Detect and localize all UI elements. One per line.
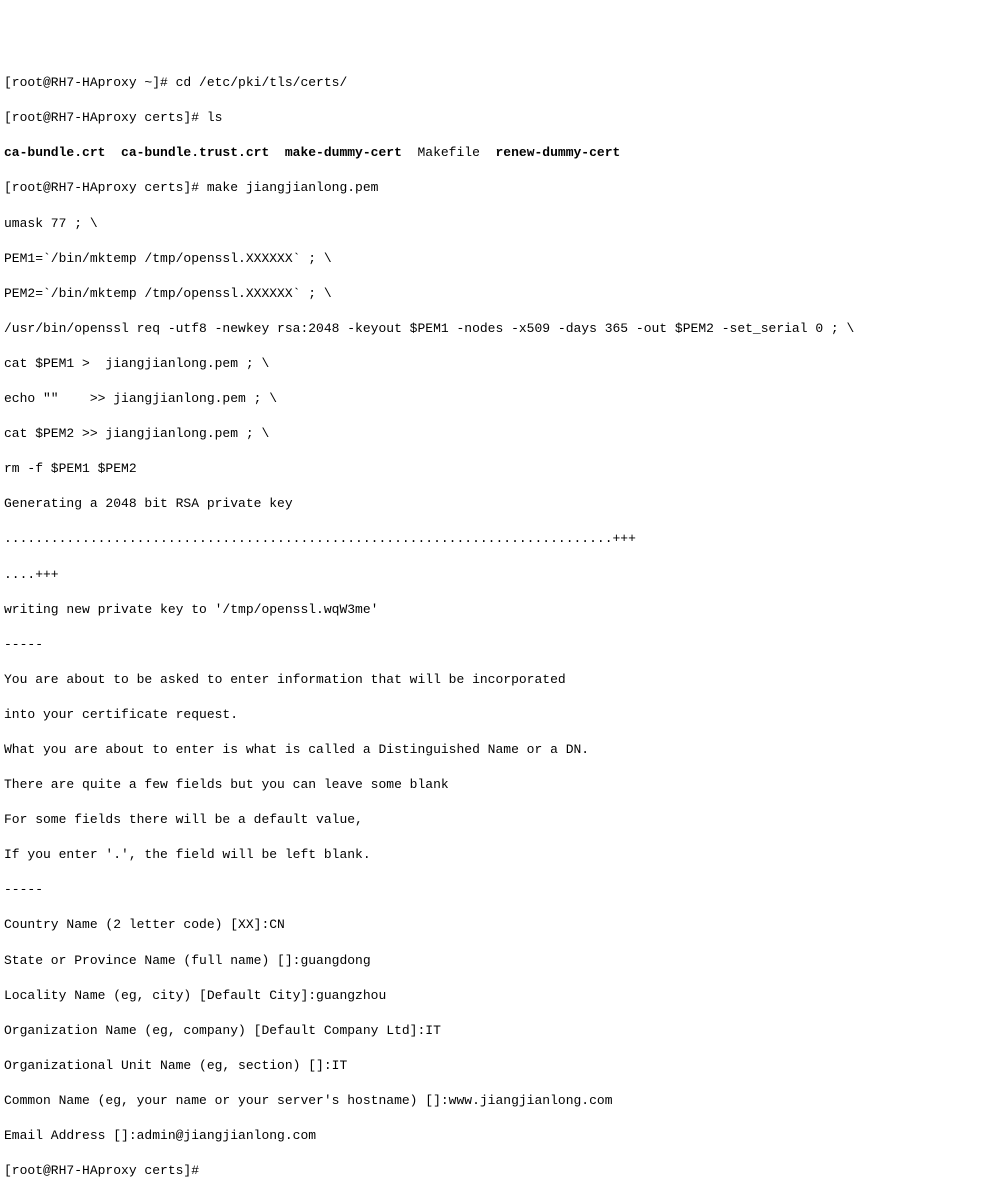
terminal-line: Email Address []:admin@jiangjianlong.com — [4, 1127, 977, 1145]
terminal-line: Common Name (eg, your name or your serve… — [4, 1092, 977, 1110]
terminal-line: echo "" >> jiangjianlong.pem ; \ — [4, 390, 977, 408]
terminal-line: Locality Name (eg, city) [Default City]:… — [4, 987, 977, 1005]
terminal-line: [root@RH7-HAproxy ~]# cd /etc/pki/tls/ce… — [4, 74, 977, 92]
terminal-line: umask 77 ; \ — [4, 215, 977, 233]
terminal-line: State or Province Name (full name) []:gu… — [4, 952, 977, 970]
terminal-line: Generating a 2048 bit RSA private key — [4, 495, 977, 513]
terminal-line: writing new private key to '/tmp/openssl… — [4, 601, 977, 619]
terminal-line: PEM1=`/bin/mktemp /tmp/openssl.XXXXXX` ;… — [4, 250, 977, 268]
ls-files-bold: ca-bundle.crt ca-bundle.trust.crt make-d… — [4, 145, 417, 160]
terminal-line: ....+++ — [4, 566, 977, 584]
terminal-line: cat $PEM2 >> jiangjianlong.pem ; \ — [4, 425, 977, 443]
ls-renew-bold: renew-dummy-cert — [495, 145, 620, 160]
terminal-line: ........................................… — [4, 530, 977, 548]
terminal-line: For some fields there will be a default … — [4, 811, 977, 829]
terminal-line: ----- — [4, 636, 977, 654]
terminal-line: Country Name (2 letter code) [XX]:CN — [4, 916, 977, 934]
terminal-line: You are about to be asked to enter infor… — [4, 671, 977, 689]
terminal-line: cat $PEM1 > jiangjianlong.pem ; \ — [4, 355, 977, 373]
terminal-prompt[interactable]: [root@RH7-HAproxy certs]# — [4, 1162, 977, 1180]
terminal-line: What you are about to enter is what is c… — [4, 741, 977, 759]
ls-makefile: Makefile — [417, 145, 495, 160]
terminal-line: There are quite a few fields but you can… — [4, 776, 977, 794]
terminal-line: [root@RH7-HAproxy certs]# make jiangjian… — [4, 179, 977, 197]
terminal-line: Organization Name (eg, company) [Default… — [4, 1022, 977, 1040]
terminal-line: /usr/bin/openssl req -utf8 -newkey rsa:2… — [4, 320, 977, 338]
terminal-line: rm -f $PEM1 $PEM2 — [4, 460, 977, 478]
terminal-line: If you enter '.', the field will be left… — [4, 846, 977, 864]
terminal-line: Organizational Unit Name (eg, section) [… — [4, 1057, 977, 1075]
terminal-line: ----- — [4, 881, 977, 899]
terminal-line: [root@RH7-HAproxy certs]# ls — [4, 109, 977, 127]
terminal-line: PEM2=`/bin/mktemp /tmp/openssl.XXXXXX` ;… — [4, 285, 977, 303]
terminal-line: into your certificate request. — [4, 706, 977, 724]
ls-output-line: ca-bundle.crt ca-bundle.trust.crt make-d… — [4, 144, 977, 162]
